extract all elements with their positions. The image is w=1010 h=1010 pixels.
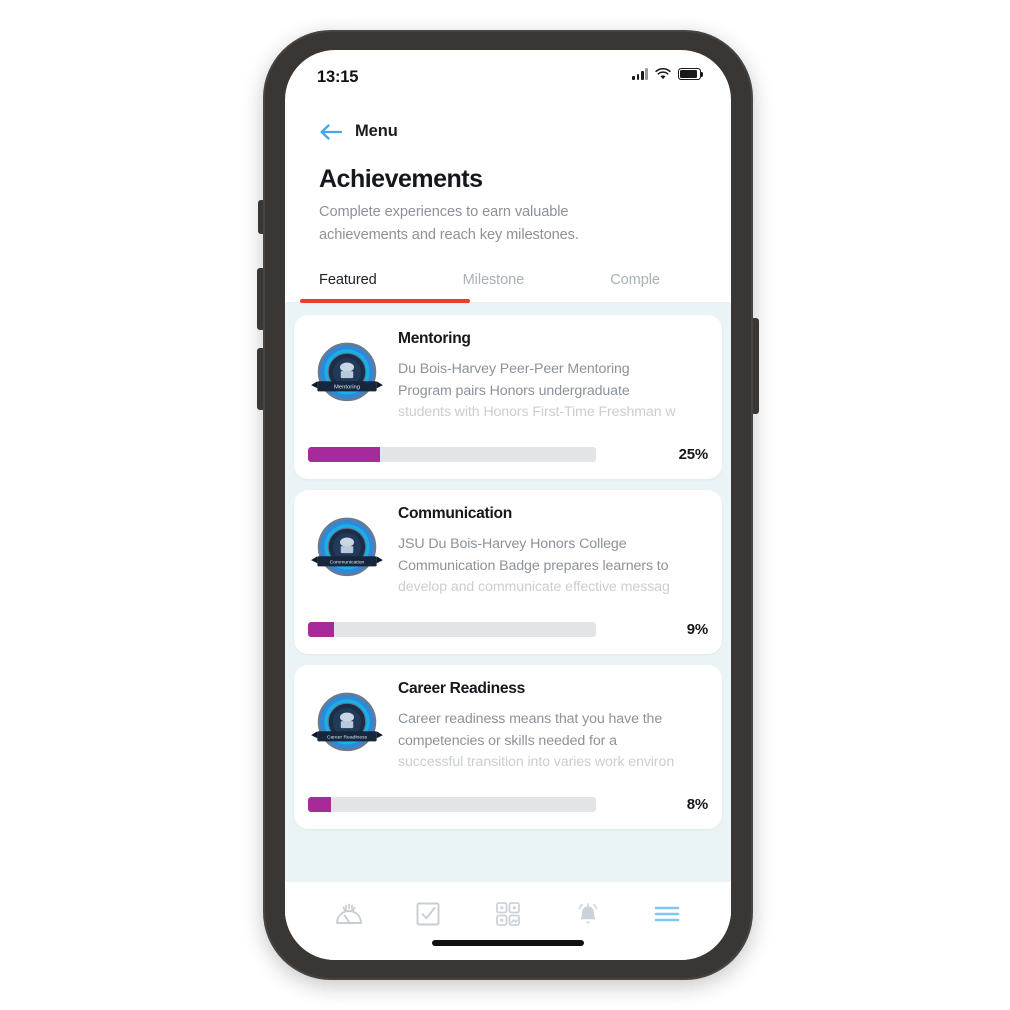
hamburger-menu-icon[interactable] <box>653 904 681 924</box>
badge-container: Communication <box>308 505 386 599</box>
bell-notification-icon[interactable] <box>574 901 602 927</box>
achievement-list[interactable]: Mentoring Mentoring Du Bois-Harvey Peer-… <box>285 303 731 920</box>
status-time: 13:15 <box>317 68 359 86</box>
volume-up-button[interactable] <box>257 268 265 330</box>
communication-badge-icon: Communication <box>311 517 383 577</box>
card-text: Communication JSU Du Bois-Harvey Honors … <box>388 505 708 599</box>
phone-frame: 13:15 Menu Achievements Complete experie… <box>257 30 759 980</box>
desc-line: Du Bois-Harvey Peer-Peer Mentoring <box>398 361 630 378</box>
cellular-signal-icon <box>632 68 648 80</box>
progress-label: 8% <box>686 796 708 814</box>
battery-icon <box>678 68 704 80</box>
progress-row: 25% <box>294 446 722 463</box>
card-description: JSU Du Bois-Harvey Honors College Commun… <box>398 534 708 599</box>
mentoring-badge-icon: Mentoring <box>311 342 383 402</box>
card-top: Mentoring Mentoring Du Bois-Harvey Peer-… <box>294 330 722 424</box>
achievement-card[interactable]: Communication Communication JSU Du Bois-… <box>294 490 722 655</box>
bottom-navigation-bar <box>285 882 731 960</box>
page-header: Achievements Complete experiences to ear… <box>285 141 731 246</box>
progress-track <box>308 797 596 813</box>
desc-line: develop and communicate effective messag <box>398 579 670 596</box>
tab-milestone[interactable]: Milestone <box>463 272 525 302</box>
desc-line: Program pairs Honors undergraduate <box>398 382 630 399</box>
progress-track <box>308 622 596 638</box>
card-top: Communication Communication JSU Du Bois-… <box>294 505 722 599</box>
card-title: Mentoring <box>398 330 471 348</box>
career-readiness-badge-icon: Career Readiness <box>311 692 383 752</box>
desc-line: successful transition into varies work e… <box>398 754 675 771</box>
tab-completed[interactable]: Comple <box>610 272 660 302</box>
progress-track <box>308 447 596 463</box>
desc-line: students with Honors First-Time Freshman… <box>398 404 676 421</box>
page-subtitle: Complete experiences to earn valuable ac… <box>319 204 579 243</box>
nav-dashboard[interactable] <box>329 897 369 931</box>
desc-line: Career readiness means that you have the <box>398 711 663 728</box>
wifi-icon <box>655 68 671 80</box>
achievement-card[interactable]: Career Readiness Career Readiness Career… <box>294 665 722 830</box>
nav-scan[interactable] <box>488 897 528 931</box>
checkbox-task-icon[interactable] <box>415 901 441 927</box>
nav-notifications[interactable] <box>568 897 608 931</box>
card-top: Career Readiness Career Readiness Career… <box>294 680 722 774</box>
nav-menu[interactable] <box>647 897 687 931</box>
badge-ribbon-label: Career Readiness <box>327 734 368 740</box>
progress-label: 25% <box>678 446 709 464</box>
progress-row: 8% <box>294 796 722 813</box>
progress-fill <box>308 797 332 813</box>
page-title: Achievements <box>319 165 483 193</box>
desc-line: Communication Badge prepares learners to <box>398 557 669 574</box>
home-indicator <box>432 940 584 946</box>
card-text: Mentoring Du Bois-Harvey Peer-Peer Mento… <box>388 330 708 424</box>
back-navigation[interactable]: Menu <box>285 102 731 141</box>
mute-switch[interactable] <box>258 200 265 234</box>
desc-line: JSU Du Bois-Harvey Honors College <box>398 536 627 553</box>
phone-screen: 13:15 Menu Achievements Complete experie… <box>285 50 731 960</box>
screenshot-canvas: 13:15 Menu Achievements Complete experie… <box>0 0 1010 1010</box>
tab-active-indicator <box>300 299 470 304</box>
tab-bar: Featured Milestone Comple <box>285 272 731 304</box>
qr-code-icon[interactable] <box>495 901 521 927</box>
badge-ribbon-label: Mentoring <box>334 384 360 390</box>
progress-fill <box>308 447 380 463</box>
card-text: Career Readiness Career readiness means … <box>388 680 708 774</box>
back-arrow-icon[interactable] <box>319 123 343 141</box>
volume-down-button[interactable] <box>257 348 265 410</box>
badge-ribbon-label: Communication <box>330 559 365 565</box>
badge-container: Mentoring <box>308 330 386 424</box>
card-title: Career Readiness <box>398 680 525 698</box>
progress-label: 9% <box>686 621 708 639</box>
card-description: Du Bois-Harvey Peer-Peer Mentoring Progr… <box>398 359 708 424</box>
status-icons <box>632 68 704 80</box>
achievement-card[interactable]: Mentoring Mentoring Du Bois-Harvey Peer-… <box>294 315 722 480</box>
status-bar: 13:15 <box>285 50 731 102</box>
back-label[interactable]: Menu <box>355 122 398 141</box>
card-title: Communication <box>398 505 512 523</box>
progress-row: 9% <box>294 621 722 638</box>
desc-line: competencies or skills needed for a <box>398 732 617 749</box>
nav-tasks[interactable] <box>408 897 448 931</box>
badge-container: Career Readiness <box>308 680 386 774</box>
progress-fill <box>308 622 334 638</box>
power-button[interactable] <box>751 318 759 414</box>
tab-featured[interactable]: Featured <box>319 272 377 302</box>
card-description: Career readiness means that you have the… <box>398 709 708 774</box>
dashboard-gauge-icon[interactable] <box>334 901 364 927</box>
